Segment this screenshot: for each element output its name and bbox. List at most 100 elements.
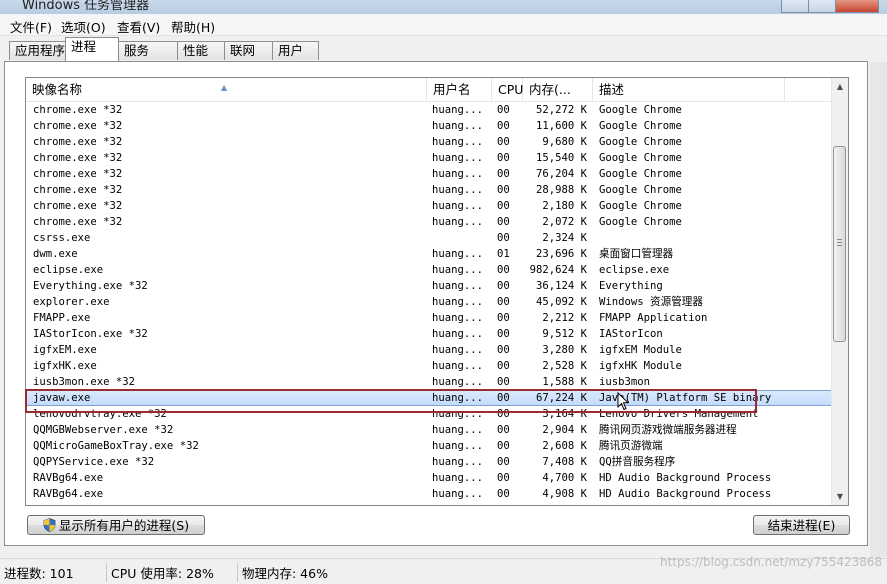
- column-memory[interactable]: 内存(...: [523, 78, 593, 101]
- table-row[interactable]: QQMGBWebserver.exe *32 huang... 00 2,904 K 腾…: [26, 422, 834, 438]
- table-row[interactable]: chrome.exe *32 huang... 00 52,272 K Google C…: [26, 102, 834, 118]
- menu-options[interactable]: 选项(O): [57, 16, 110, 37]
- tab-applications[interactable]: 应用程序: [9, 41, 66, 60]
- scrollbar-thumb[interactable]: [833, 146, 846, 342]
- table-row[interactable]: FMAPP.exe huang... 00 2,212 K FMAPP Applicat…: [26, 310, 834, 326]
- cell-image-name: QQMGBWebserver.exe *32: [33, 424, 174, 436]
- close-button[interactable]: [835, 0, 879, 13]
- menu-view[interactable]: 查看(V): [113, 16, 164, 37]
- cell-memory: 4,700 K: [542, 472, 587, 484]
- menu-file[interactable]: 文件(F): [6, 16, 56, 37]
- cell-memory: 45,092 K: [535, 296, 587, 308]
- table-row[interactable]: chrome.exe *32 huang... 00 15,540 K Google C…: [26, 150, 834, 166]
- tab-performance[interactable]: 性能: [177, 41, 225, 60]
- cell-description: Google Chrome: [599, 168, 682, 180]
- tab-users[interactable]: 用户: [272, 41, 319, 60]
- cell-user-name: huang...: [432, 328, 484, 340]
- tab-processes[interactable]: 进程: [65, 37, 119, 61]
- table-row[interactable]: QQPYService.exe *32 huang... 00 7,408 K QQ拼音…: [26, 454, 834, 470]
- cell-description: iusb3mon: [599, 376, 651, 388]
- cell-description: Google Chrome: [599, 120, 682, 132]
- cell-image-name: RAVBg64.exe: [33, 488, 104, 500]
- process-list[interactable]: 映像名称 ▲ 用户名 CPU 内存(... 描述 chrome.exe *32 h…: [25, 77, 849, 506]
- cell-description: 腾讯网页游戏微端服务器进程: [599, 424, 737, 436]
- table-row[interactable]: dwm.exe huang... 01 23,696 K 桌面窗口管理器: [26, 246, 834, 262]
- show-all-users-processes-button[interactable]: 显示所有用户的进程(S): [27, 515, 205, 535]
- tab-networking[interactable]: 联网: [224, 41, 273, 60]
- sort-ascending-icon: ▲: [221, 83, 228, 92]
- cell-memory: 9,512 K: [542, 328, 587, 340]
- cell-description: Google Chrome: [599, 184, 682, 196]
- cell-cpu: 00: [497, 376, 510, 388]
- cell-memory: 15,540 K: [535, 152, 587, 164]
- cell-memory: 2,072 K: [542, 216, 587, 228]
- table-row[interactable]: chrome.exe *32 huang... 00 76,204 K Google C…: [26, 166, 834, 182]
- watermark-text: https://blog.csdn.net/mzy755423868: [660, 555, 883, 569]
- table-row[interactable]: RAVBg64.exe huang... 00 4,908 K HD Audio Bac…: [26, 486, 834, 502]
- maximize-button[interactable]: [808, 0, 836, 13]
- cell-image-name: IAStorIcon.exe *32: [33, 328, 148, 340]
- column-image-name[interactable]: 映像名称 ▲: [26, 78, 427, 101]
- cell-memory: 9,680 K: [542, 136, 587, 148]
- cell-cpu: 00: [497, 232, 510, 244]
- cell-image-name: igfxEM.exe: [33, 344, 97, 356]
- table-row[interactable]: chrome.exe *32 huang... 00 9,680 K Google Ch…: [26, 134, 834, 150]
- table-row[interactable]: explorer.exe huang... 00 45,092 K Windows 资源…: [26, 294, 834, 310]
- table-row[interactable]: chrome.exe *32 huang... 00 11,600 K Google C…: [26, 118, 834, 134]
- table-row[interactable]: iusb3mon.exe *32 huang... 00 1,588 K iusb3mo…: [26, 374, 834, 390]
- cell-description: FMAPP Application: [599, 312, 708, 324]
- cell-image-name: chrome.exe *32: [33, 152, 123, 164]
- cell-cpu: 00: [497, 168, 510, 180]
- cell-cpu: 00: [497, 312, 510, 324]
- column-description[interactable]: 描述: [593, 78, 785, 101]
- cell-image-name: FMAPP.exe: [33, 312, 91, 324]
- cell-image-name: RAVBg64.exe: [33, 472, 104, 484]
- table-row[interactable]: igfxEM.exe huang... 00 3,280 K igfxEM Module: [26, 342, 834, 358]
- table-row[interactable]: igfxHK.exe huang... 00 2,528 K igfxHK Module: [26, 358, 834, 374]
- table-row[interactable]: csrss.exe 00 2,324 K: [26, 230, 834, 246]
- cell-memory: 3,280 K: [542, 344, 587, 356]
- table-row[interactable]: chrome.exe *32 huang... 00 2,180 K Google Ch…: [26, 198, 834, 214]
- table-row[interactable]: Everything.exe *32 huang... 00 36,124 K Ever…: [26, 278, 834, 294]
- cell-cpu: 00: [497, 360, 510, 372]
- cell-description: QQ拼音服务程序: [599, 456, 676, 468]
- mouse-cursor-icon: [617, 392, 629, 411]
- cell-user-name: huang...: [432, 248, 484, 260]
- cell-user-name: huang...: [432, 152, 484, 164]
- table-row[interactable]: eclipse.exe huang... 00 982,624 K eclipse.ex…: [26, 262, 834, 278]
- cell-image-name: chrome.exe *32: [33, 184, 123, 196]
- scroll-down-icon[interactable]: ▼: [832, 488, 848, 505]
- cell-cpu: 00: [497, 296, 510, 308]
- tab-services[interactable]: 服务: [118, 41, 178, 60]
- table-row[interactable]: IAStorIcon.exe *32 huang... 00 9,512 K IASto…: [26, 326, 834, 342]
- tab-bar: 应用程序 进程 服务 性能 联网 用户: [0, 36, 887, 62]
- cell-image-name: chrome.exe *32: [33, 120, 123, 132]
- cell-image-name: chrome.exe *32: [33, 136, 123, 148]
- uac-shield-icon: [43, 518, 56, 532]
- table-row[interactable]: RAVBg64.exe huang... 00 4,700 K HD Audio Bac…: [26, 470, 834, 486]
- menu-help[interactable]: 帮助(H): [167, 16, 219, 37]
- scroll-up-icon[interactable]: ▲: [832, 78, 848, 95]
- vertical-scrollbar[interactable]: ▲ ▼: [831, 78, 848, 505]
- cell-memory: 2,528 K: [542, 360, 587, 372]
- cell-image-name: igfxHK.exe: [33, 360, 97, 372]
- table-row[interactable]: QQMicroGameBoxTray.exe *32 huang... 00 2,60…: [26, 438, 834, 454]
- cell-user-name: huang...: [432, 200, 484, 212]
- cell-image-name: QQPYService.exe *32: [33, 456, 155, 468]
- minimize-button[interactable]: [781, 0, 809, 13]
- cell-memory: 2,212 K: [542, 312, 587, 324]
- column-user-name[interactable]: 用户名: [427, 78, 492, 101]
- cell-user-name: huang...: [432, 120, 484, 132]
- table-row[interactable]: chrome.exe *32 huang... 00 28,988 K Google C…: [26, 182, 834, 198]
- cell-user-name: huang...: [432, 168, 484, 180]
- cell-cpu: 00: [497, 120, 510, 132]
- table-row[interactable]: chrome.exe *32 huang... 00 2,072 K Google Ch…: [26, 214, 834, 230]
- cell-image-name: chrome.exe *32: [33, 168, 123, 180]
- cell-memory: 76,204 K: [535, 168, 587, 180]
- status-physical-memory: 物理内存: 46%: [237, 563, 328, 582]
- end-process-button[interactable]: 结束进程(E): [753, 515, 850, 535]
- cell-user-name: huang...: [432, 296, 484, 308]
- cell-description: Windows 资源管理器: [599, 296, 703, 308]
- column-cpu[interactable]: CPU: [492, 78, 523, 101]
- cell-description: igfxHK Module: [599, 360, 682, 372]
